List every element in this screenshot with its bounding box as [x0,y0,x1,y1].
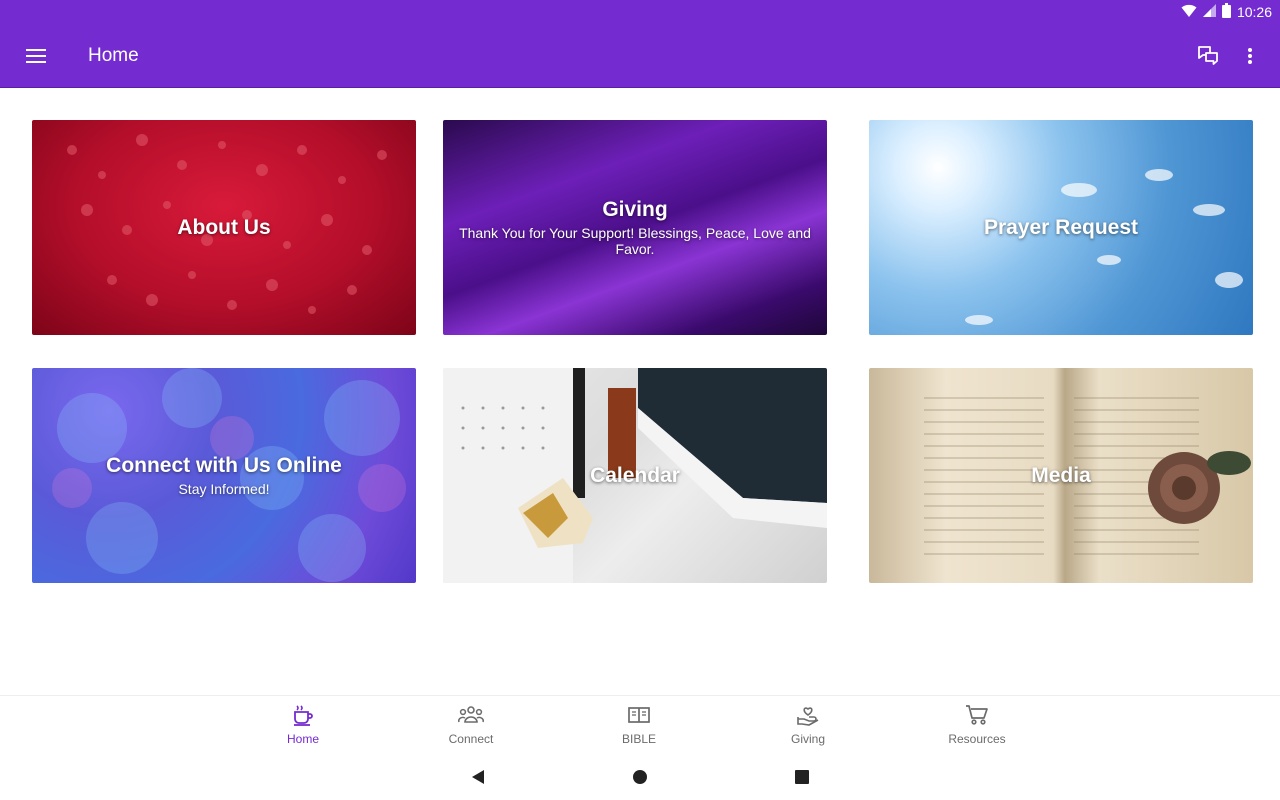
chat-icon[interactable] [1190,38,1226,74]
battery-icon [1221,3,1231,21]
tile-about-us[interactable]: About Us [32,120,416,335]
nav-label: Home [286,732,319,746]
app-bar: Home [0,24,1280,87]
bottom-navigation: Home Connect BIBLE Giving Resources [0,695,1280,756]
system-navigation-bar [0,755,1280,800]
tile-calendar-text: Calendar [443,368,827,583]
menu-icon[interactable] [18,38,54,74]
app-bar-divider [0,87,1280,88]
tile-calendar[interactable]: Calendar [443,368,827,583]
nav-resources[interactable]: Resources [922,702,1032,752]
tile-prayer-request-text: Prayer Request [869,120,1253,335]
tile-subtitle: Stay Informed! [178,481,270,497]
nav-home[interactable]: Home [248,702,358,752]
tile-prayer-request[interactable]: Prayer Request [869,120,1253,335]
wifi-icon [1181,4,1197,21]
status-icons: 10:26 [1181,3,1272,21]
cart-icon [965,702,989,728]
nav-connect[interactable]: Connect [416,702,526,752]
tile-media-text: Media [869,368,1253,583]
home-circle-icon[interactable] [627,765,653,789]
recents-square-icon[interactable] [789,765,815,789]
tile-connect-online-text: Connect with Us Online Stay Informed! [32,368,416,583]
giving-hand-icon [796,702,820,728]
nav-bible[interactable]: BIBLE [584,702,694,752]
tile-media[interactable]: Media [869,368,1253,583]
clock-time: 10:26 [1236,4,1272,20]
tile-title: Connect with Us Online [106,454,342,477]
tile-title: About Us [177,215,271,239]
back-icon[interactable] [465,765,491,789]
book-icon [627,702,651,728]
tile-title: Calendar [590,463,680,487]
tile-title: Prayer Request [983,215,1139,239]
tile-title: Giving [602,198,668,221]
tile-about-us-text: About Us [32,120,416,335]
nav-label: Resources [948,732,1006,746]
nav-label: Giving [790,732,825,746]
people-icon [458,702,484,728]
page-title: Home [88,45,139,66]
nav-giving[interactable]: Giving [753,702,863,752]
more-options-icon[interactable] [1232,38,1268,74]
tile-giving[interactable]: Giving Thank You for Your Support! Bless… [443,120,827,335]
nav-label: Connect [448,732,494,746]
tile-subtitle: Thank You for Your Support! Blessings, P… [459,225,811,257]
coffee-cup-icon [292,702,314,728]
tile-giving-text: Giving Thank You for Your Support! Bless… [443,120,827,335]
cell-signal-icon [1202,4,1216,20]
tile-title: Media [1031,463,1091,487]
tile-connect-online[interactable]: Connect with Us Online Stay Informed! [32,368,416,583]
status-bar: 10:26 [0,0,1280,24]
nav-label: BIBLE [621,732,657,746]
